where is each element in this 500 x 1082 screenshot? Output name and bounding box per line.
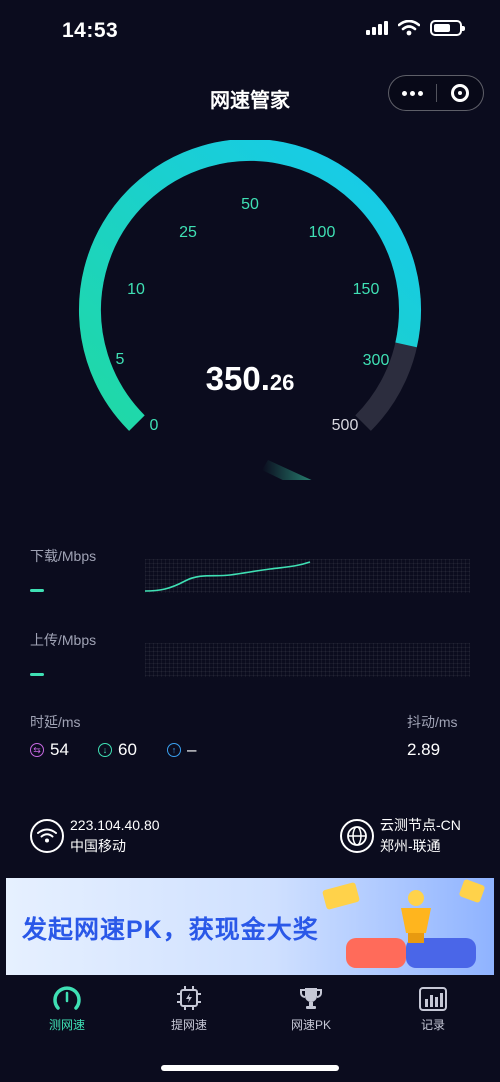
wifi-status-icon: [398, 20, 420, 36]
download-latency-icon: ↓: [98, 743, 112, 757]
gauge-tick-label: 25: [179, 224, 197, 241]
gauge-tick-label: 0: [149, 417, 159, 434]
tab-label: 网速PK: [290, 1018, 331, 1032]
tab-boost-speed[interactable]: 提网速: [149, 984, 229, 1033]
tab-speed-test[interactable]: 测网速: [27, 984, 107, 1033]
gauge-tick-label: 150: [352, 281, 380, 298]
latency-down: ↓ 60: [98, 740, 137, 760]
target-close-icon: [450, 84, 469, 102]
latency-up-value: –: [187, 740, 197, 759]
status-time: 14:53: [62, 19, 119, 42]
current-speed: 350.26: [0, 360, 500, 398]
upload-label: 上传/Mbps: [30, 632, 97, 648]
tab-records[interactable]: 记录: [393, 984, 473, 1033]
trophy-icon: [271, 984, 351, 1012]
latency-idle: ⇆ 54: [30, 740, 69, 760]
tab-label: 提网速: [170, 1018, 207, 1032]
speed-integer: 350.: [205, 360, 270, 397]
globe-icon[interactable]: [340, 819, 374, 853]
test-node-selector[interactable]: 云测节点-CN 郑州-联通: [380, 815, 461, 857]
record-icon: [393, 984, 473, 1012]
gauge-tick-label: 50: [241, 196, 259, 213]
more-options-button[interactable]: [389, 76, 436, 110]
latency-label: 时延/ms: [30, 714, 81, 730]
tab-speed-pk[interactable]: 网速PK: [271, 984, 351, 1033]
gauge-tick-label: 10: [127, 281, 145, 298]
battery-icon: [430, 20, 465, 36]
more-dots-icon: [401, 90, 423, 96]
download-label: 下载/Mbps: [30, 548, 97, 564]
home-indicator[interactable]: [161, 1065, 339, 1071]
speed-decimal: 26: [269, 370, 295, 395]
speedometer-icon: [27, 984, 107, 1012]
banner-text: 发起网速PK，获现金大奖: [22, 916, 319, 944]
download-chart: [145, 559, 470, 593]
jitter-value: 2.89: [407, 740, 441, 759]
wifi-icon: [30, 819, 64, 853]
gauge-needle: [262, 460, 312, 480]
latency-up: ↑ –: [167, 740, 196, 760]
tab-label: 记录: [420, 1018, 445, 1032]
latency-idle-value: 54: [50, 740, 69, 759]
carrier-name: 中国移动: [70, 838, 126, 854]
status-icons: [366, 20, 465, 36]
gauge-tick-label: 100: [308, 224, 336, 241]
idle-latency-icon: ⇆: [30, 743, 44, 757]
mini-program-capsule: [388, 75, 484, 111]
ip-address: 223.104.40.80: [70, 817, 160, 833]
download-value: [30, 589, 44, 592]
network-info: 223.104.40.80 中国移动: [70, 815, 160, 857]
latency-down-value: 60: [118, 740, 137, 759]
upload-value: [30, 673, 44, 676]
tab-label: 测网速: [48, 1018, 85, 1032]
node-location: 郑州-联通: [380, 838, 441, 854]
node-name: 云测节点-CN: [380, 817, 461, 833]
upload-chart: [145, 643, 470, 677]
cellular-signal-icon: [366, 21, 388, 35]
gauge-tick-label: 500: [331, 417, 359, 434]
jitter-label: 抖动/ms: [407, 714, 458, 730]
upload-latency-icon: ↑: [167, 743, 181, 757]
close-mini-program-button[interactable]: [437, 76, 484, 110]
download-curve: [145, 561, 311, 592]
chip-icon: [149, 984, 229, 1012]
speed-gauge: [78, 140, 421, 480]
